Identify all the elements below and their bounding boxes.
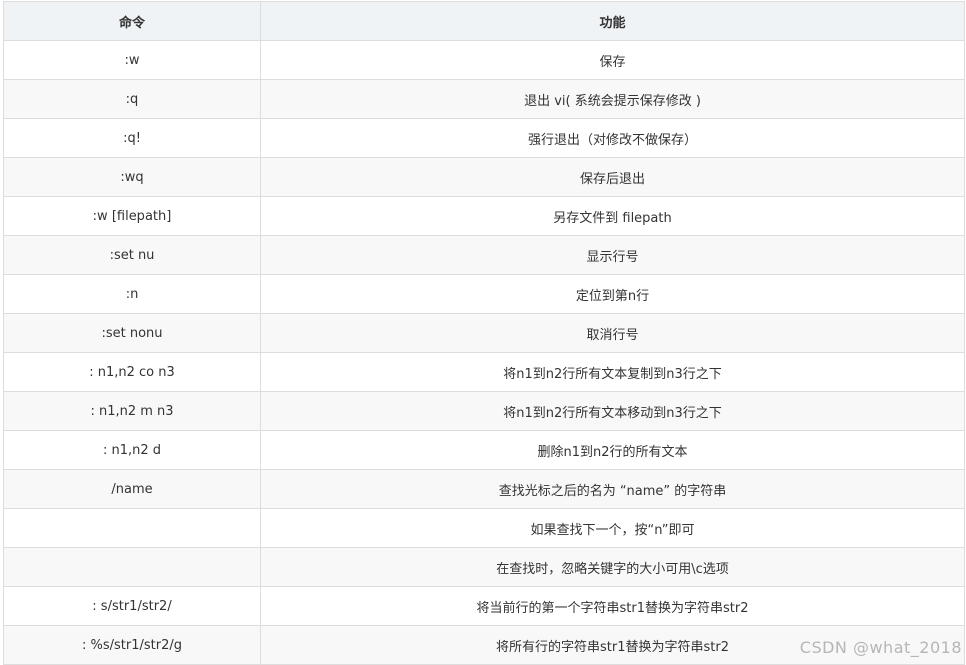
- table-row: :wq 保存后退出: [3, 157, 965, 197]
- function-cell: 保存: [260, 40, 965, 80]
- table-row: : s/str1/str2/ 将当前行的第一个字符串str1替换为字符串str2: [3, 586, 965, 626]
- command-cell: /name: [3, 469, 261, 509]
- command-cell: : s/str1/str2/: [3, 586, 261, 626]
- table-row: : n1,n2 co n3 将n1到n2行所有文本复制到n3行之下: [3, 352, 965, 392]
- function-cell: 退出 vi( 系统会提示保存修改 ): [260, 79, 965, 119]
- table-row: :q 退出 vi( 系统会提示保存修改 ): [3, 79, 965, 119]
- function-cell: 将n1到n2行所有文本移动到n3行之下: [260, 391, 965, 431]
- command-cell: :wq: [3, 157, 261, 197]
- command-cell: :set nonu: [3, 313, 261, 353]
- table-row: :n 定位到第n行: [3, 274, 965, 314]
- vi-command-table-container: 命令 功能 :w 保存 :q 退出 vi( 系统会提示保存修改 ) :q! 强行…: [3, 1, 965, 665]
- command-cell: : n1,n2 m n3: [3, 391, 261, 431]
- function-cell: 保存后退出: [260, 157, 965, 197]
- function-cell: 如果查找下一个，按“n”即可: [260, 508, 965, 548]
- command-cell: :n: [3, 274, 261, 314]
- header-command: 命令: [3, 1, 261, 41]
- function-cell: 另存文件到 filepath: [260, 196, 965, 236]
- function-cell: 删除n1到n2行的所有文本: [260, 430, 965, 470]
- table-row: :q! 强行退出（对修改不做保存）: [3, 118, 965, 158]
- function-cell: 在查找时，忽略关键字的大小可用\c选项: [260, 547, 965, 587]
- table-row: : n1,n2 m n3 将n1到n2行所有文本移动到n3行之下: [3, 391, 965, 431]
- table-row: 如果查找下一个，按“n”即可: [3, 508, 965, 548]
- vi-command-table: 命令 功能 :w 保存 :q 退出 vi( 系统会提示保存修改 ) :q! 强行…: [3, 1, 965, 665]
- function-cell: 将当前行的第一个字符串str1替换为字符串str2: [260, 586, 965, 626]
- table-row: 在查找时，忽略关键字的大小可用\c选项: [3, 547, 965, 587]
- command-cell: :w: [3, 40, 261, 80]
- csdn-watermark: CSDN @what_2018: [799, 638, 962, 657]
- command-cell: : n1,n2 co n3: [3, 352, 261, 392]
- function-cell: 显示行号: [260, 235, 965, 275]
- command-cell: :q!: [3, 118, 261, 158]
- table-row: :w 保存: [3, 40, 965, 80]
- command-cell: :q: [3, 79, 261, 119]
- command-cell: : n1,n2 d: [3, 430, 261, 470]
- header-function: 功能: [260, 1, 965, 41]
- command-cell: :w [filepath]: [3, 196, 261, 236]
- function-cell: 定位到第n行: [260, 274, 965, 314]
- table-header-row: 命令 功能: [3, 1, 965, 41]
- table-row: :set nonu 取消行号: [3, 313, 965, 353]
- table-row: /name 查找光标之后的名为 “name” 的字符串: [3, 469, 965, 509]
- function-cell: 取消行号: [260, 313, 965, 353]
- function-cell: 强行退出（对修改不做保存）: [260, 118, 965, 158]
- function-cell: 查找光标之后的名为 “name” 的字符串: [260, 469, 965, 509]
- command-cell: :set nu: [3, 235, 261, 275]
- function-cell: 将n1到n2行所有文本复制到n3行之下: [260, 352, 965, 392]
- command-cell: : %s/str1/str2/g: [3, 625, 261, 665]
- table-row: : n1,n2 d 删除n1到n2行的所有文本: [3, 430, 965, 470]
- table-row: :set nu 显示行号: [3, 235, 965, 275]
- command-cell: [3, 547, 261, 587]
- table-row: :w [filepath] 另存文件到 filepath: [3, 196, 965, 236]
- command-cell: [3, 508, 261, 548]
